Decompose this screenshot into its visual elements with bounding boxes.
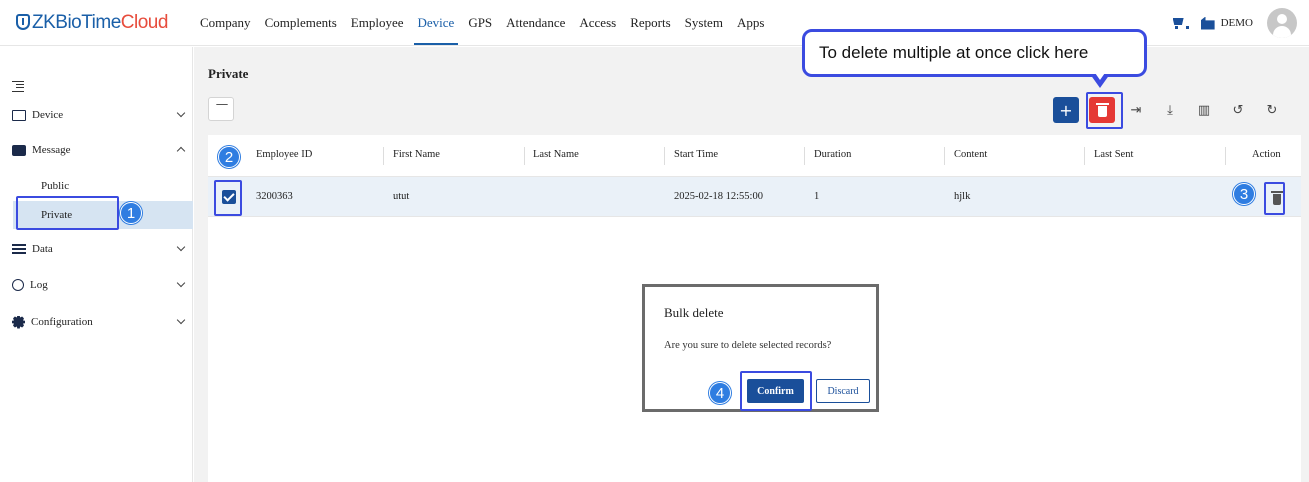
col-start-time[interactable]: Start Time — [674, 149, 718, 160]
clock-icon — [12, 279, 24, 291]
sidebar-item-configuration[interactable]: Configuration — [12, 310, 192, 334]
col-content[interactable]: Content — [954, 149, 987, 160]
nav-device[interactable]: Device — [413, 15, 459, 45]
trash-icon — [1095, 102, 1109, 117]
sidebar-item-label: Configuration — [31, 316, 93, 328]
data-icon — [12, 243, 26, 255]
cell-duration: 1 — [814, 191, 820, 202]
chevron-down-icon — [176, 108, 186, 118]
column-divider — [1225, 147, 1226, 165]
sidebar-item-label: Message — [32, 144, 71, 156]
company-name[interactable]: DEMO — [1221, 17, 1253, 29]
column-divider — [664, 147, 665, 165]
nav-access[interactable]: Access — [579, 15, 616, 31]
dialog-title: Bulk delete — [664, 305, 724, 320]
nav-gps[interactable]: GPS — [468, 15, 492, 31]
nav-attendance[interactable]: Attendance — [506, 15, 565, 31]
col-action: Action — [1252, 149, 1281, 160]
sidebar-item-label: Public — [41, 180, 70, 192]
col-employee-id[interactable]: Employee ID — [256, 149, 312, 160]
step-badge-3: 3 — [1233, 183, 1255, 205]
company-icon[interactable] — [1200, 16, 1215, 30]
step-badge-2: 2 — [218, 146, 240, 168]
sidebar-item-label: Log — [30, 279, 48, 291]
shield-icon — [16, 14, 30, 30]
col-duration[interactable]: Duration — [814, 149, 851, 160]
message-icon — [12, 144, 26, 156]
main-content: Private + ⇥ ⤓ ▥ ↺ ↻ Employee ID First Na… — [194, 47, 1309, 482]
sidebar-item-label: Device — [32, 109, 64, 121]
nav-reports[interactable]: Reports — [630, 15, 670, 31]
nav-company[interactable]: Company — [200, 15, 251, 31]
top-right-tools: DEMO — [1171, 8, 1297, 38]
history-button[interactable]: ↺ — [1225, 97, 1251, 123]
row-delete-button[interactable] — [1270, 190, 1284, 206]
logo-text: ZKBioTime — [32, 12, 121, 33]
chevron-down-icon — [176, 278, 186, 288]
add-button[interactable]: + — [1053, 97, 1079, 123]
gear-icon — [12, 315, 25, 329]
col-last-sent[interactable]: Last Sent — [1094, 149, 1133, 160]
column-divider — [524, 147, 525, 165]
bulk-delete-dialog: Bulk delete Are you sure to delete selec… — [642, 284, 879, 412]
collapse-menu-icon[interactable] — [12, 81, 24, 92]
nav-complements[interactable]: Complements — [265, 15, 337, 31]
chevron-down-icon — [176, 315, 186, 325]
step-badge-1: 1 — [120, 202, 142, 224]
import-button[interactable]: ⇥ — [1123, 97, 1149, 123]
sidebar-item-data[interactable]: Data — [12, 237, 192, 261]
column-divider — [383, 147, 384, 165]
device-icon — [12, 109, 26, 121]
avatar[interactable] — [1267, 8, 1297, 38]
page-title: Private — [208, 66, 249, 81]
cell-content: hjlk — [954, 191, 971, 202]
sidebar-item-private[interactable]: Private — [13, 201, 193, 229]
step-badge-4: 4 — [709, 382, 731, 404]
column-divider — [1084, 147, 1085, 165]
sidebar-item-log[interactable]: Log — [12, 273, 192, 297]
column-divider — [804, 147, 805, 165]
sidebar-item-device[interactable]: Device — [12, 103, 192, 127]
table-row[interactable]: 3200363 utut 2025-02-18 12:55:00 1 hjlk — [208, 177, 1301, 217]
bulk-delete-button[interactable] — [1089, 97, 1115, 123]
columns-button[interactable]: ▥ — [1191, 97, 1217, 123]
cell-employee-id: 3200363 — [256, 191, 293, 202]
sidebar-item-message[interactable]: Message — [12, 138, 192, 162]
app-logo[interactable]: ZKBioTimeCloud — [16, 12, 168, 34]
col-first-name[interactable]: First Name — [393, 149, 440, 160]
cell-first-name: utut — [393, 191, 410, 202]
sidebar-item-label: Private — [41, 209, 73, 221]
cell-start-time: 2025-02-18 12:55:00 — [674, 191, 763, 202]
chevron-down-icon — [176, 242, 186, 252]
nav-employee[interactable]: Employee — [351, 15, 404, 31]
column-divider — [944, 147, 945, 165]
col-last-name[interactable]: Last Name — [533, 149, 579, 160]
nav-system[interactable]: System — [685, 15, 723, 31]
confirm-button[interactable]: Confirm — [747, 379, 804, 403]
nav-apps[interactable]: Apps — [737, 15, 764, 31]
sidebar-item-public[interactable]: Public — [13, 172, 193, 200]
refresh-button[interactable]: ↻ — [1259, 97, 1285, 123]
table-header: Employee ID First Name Last Name Start T… — [208, 135, 1301, 177]
filter-button[interactable] — [208, 97, 234, 121]
dialog-message: Are you sure to delete selected records? — [664, 340, 832, 351]
export-button[interactable]: ⤓ — [1157, 97, 1183, 123]
row-checkbox[interactable] — [222, 190, 236, 204]
cart-icon[interactable] — [1171, 16, 1189, 30]
trash-icon — [1271, 190, 1283, 205]
sidebar-item-label: Data — [32, 243, 53, 255]
chevron-up-icon — [176, 146, 186, 156]
sidebar: Device Message Public Private Data Log C… — [0, 47, 193, 482]
main-nav: Company Complements Employee Device GPS … — [200, 15, 778, 45]
logo-text-accent: Cloud — [120, 12, 169, 33]
callout-pointer — [1090, 70, 1110, 88]
discard-button[interactable]: Discard — [816, 379, 870, 403]
